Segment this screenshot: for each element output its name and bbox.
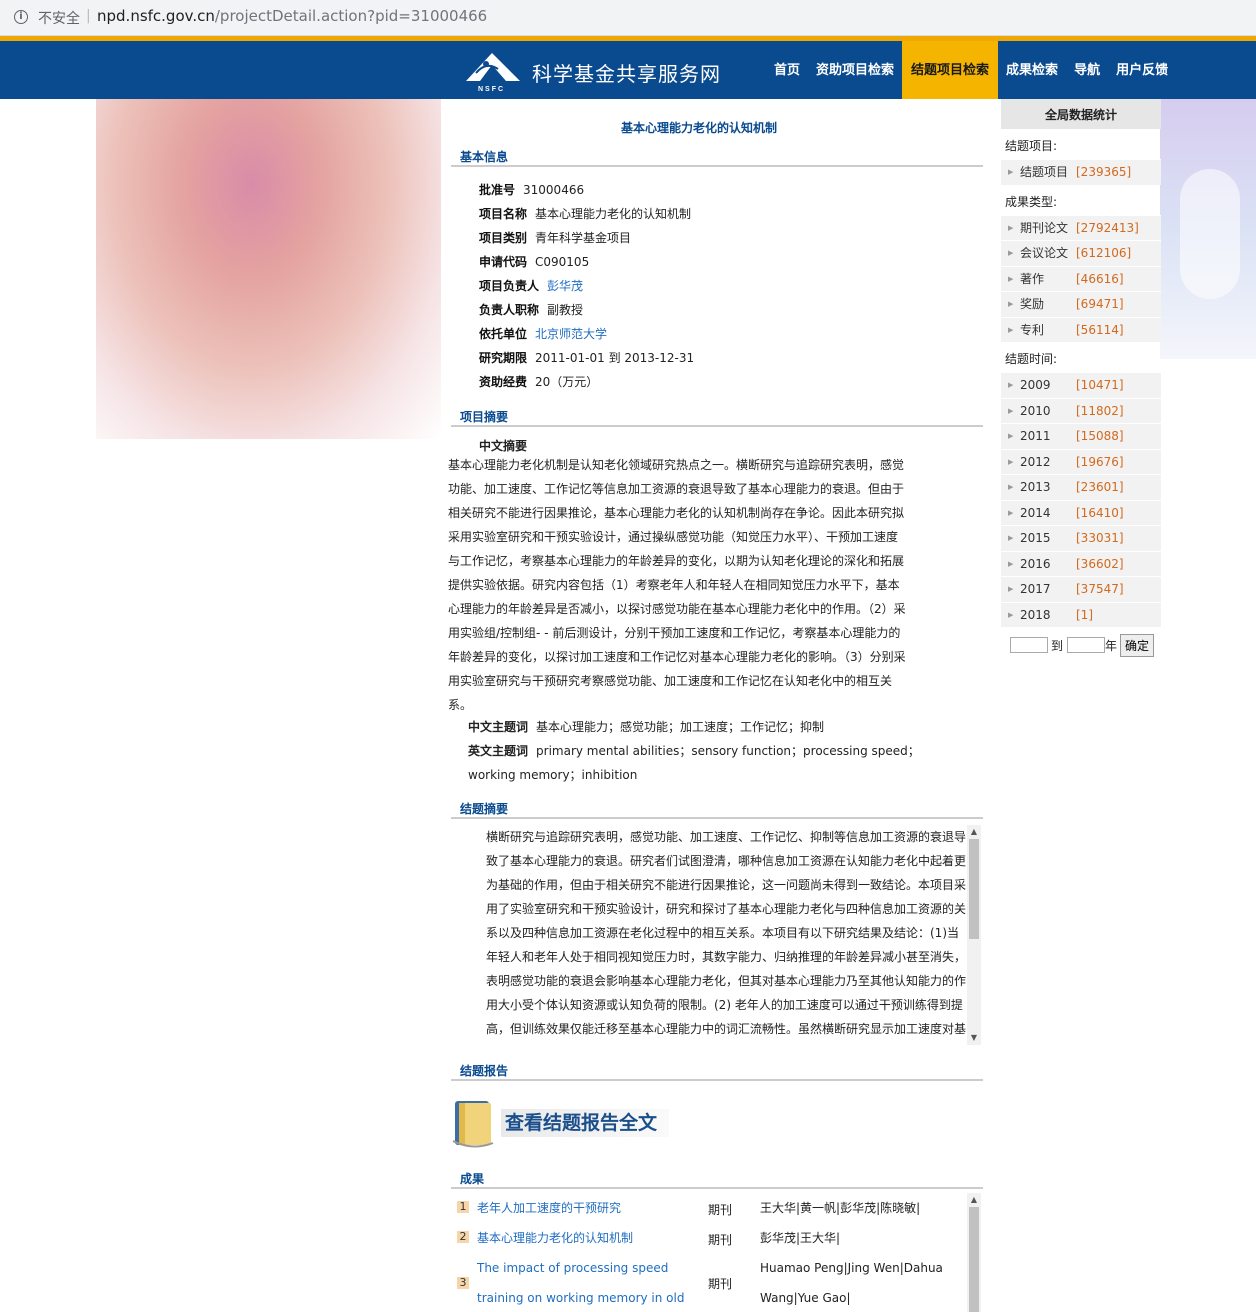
site-title[interactable]: 科学基金共享服务网 [532, 58, 721, 87]
url-text[interactable]: npd.nsfc.gov.cn/projectDetail.action?pid… [97, 7, 487, 25]
group-label-concluded: 结题项目: [1005, 139, 1058, 153]
section-abstract: 项目摘要 [451, 407, 983, 427]
result-title-link[interactable]: 基本心理能力老化的认知机制 [477, 1223, 633, 1253]
year-range-form: 到 年 确定 [1001, 634, 1161, 660]
result-title-link[interactable]: 老年人加工速度的干预研究 [477, 1193, 621, 1223]
conclusion-scrollbar[interactable]: ▲ ▼ [967, 825, 981, 1045]
view-report-button[interactable]: 查看结题报告全文 [445, 1093, 675, 1155]
nav-funded-search[interactable]: 资助项目检索 [808, 41, 902, 99]
to-label: 到 [1051, 639, 1064, 653]
info-icon[interactable]: i [14, 10, 28, 24]
main-nav: 首页 资助项目检索 结题项目检索 成果检索 导航 用户反馈 [766, 41, 1176, 99]
security-label: 不安全 [38, 11, 80, 27]
stat-year-2012[interactable]: ▶ 2012 [19676] [1001, 448, 1161, 474]
nav-guide[interactable]: 导航 [1066, 41, 1108, 99]
keywords-en: 英文主题词 primary mental abilities；sensory fu… [468, 744, 920, 782]
stat-year-2014[interactable]: ▶ 2014 [16410] [1001, 499, 1161, 525]
year-label: 年 [1105, 639, 1118, 653]
stat-patents[interactable]: ▶ 专利 [56114] [1001, 316, 1161, 342]
group-label-result-type: 成果类型: [1005, 194, 1058, 209]
decorative-background-left [96, 99, 441, 439]
stat-conference-papers[interactable]: ▶ 会议论文 [612106] [1001, 240, 1161, 266]
year-to-input[interactable] [1067, 637, 1105, 653]
info-principal: 项目负责人 彭华茂 [479, 279, 584, 293]
address-bar[interactable]: i 不安全 | npd.nsfc.gov.cn/projectDetail.ac… [0, 0, 1256, 36]
institution-link[interactable]: 北京师范大学 [535, 327, 607, 341]
svg-text:NSFC: NSFC [478, 86, 505, 93]
separator: | [86, 8, 91, 24]
scroll-down-icon[interactable]: ▼ [967, 1031, 981, 1045]
info-institution: 依托单位 北京师范大学 [479, 327, 608, 341]
info-application-code: 申请代码 C090105 [479, 255, 590, 269]
project-detail: 基本心理能力老化的认知机制 基本信息 批准号 31000466 项目名称 基本心理能… [441, 99, 993, 1312]
nav-results-search[interactable]: 成果检索 [998, 41, 1066, 99]
section-report: 结题报告 [451, 1061, 983, 1081]
stat-awards[interactable]: ▶ 奖励 [69471] [1001, 291, 1161, 317]
stat-year-2018[interactable]: ▶ 2018 [1] [1001, 601, 1161, 627]
result-row: 3 The impact of processing speed trainin… [451, 1253, 967, 1312]
year-from-input[interactable] [1010, 637, 1048, 653]
nav-home[interactable]: 首页 [766, 41, 808, 99]
project-title: 基本心理能力老化的认知机制 [620, 121, 777, 135]
stat-year-2017[interactable]: ▶ 2017 [37547] [1001, 576, 1161, 602]
stat-journal-papers[interactable]: ▶ 期刊论文 [2792413] [1001, 214, 1161, 240]
keywords-cn: 中文主题词 基本心理能力；感觉功能；加工速度；工作记忆；抑制 [468, 720, 825, 734]
results-list[interactable]: 1 老年人加工速度的干预研究 期刊 王大华|黄一帆|彭华茂|陈晓敏| 2 基本心… [451, 1193, 981, 1312]
conclusion-text: 横断研究与追踪研究表明，感觉功能、加工速度、工作记忆、抑制等信息加工资源的衰退导… [486, 830, 967, 1036]
stat-books[interactable]: ▶ 著作 [46616] [1001, 265, 1161, 291]
group-label-year: 结题时间: [1005, 352, 1058, 366]
result-row: 2 基本心理能力老化的认知机制 期刊 彭华茂|王大华| [451, 1223, 967, 1253]
section-results: 成果 [451, 1169, 983, 1189]
info-period: 研究期限 2011-01-01 到 2013-12-31 [479, 351, 695, 365]
principal-link[interactable]: 彭华茂 [547, 279, 583, 293]
section-conclusion: 结题摘要 [451, 799, 983, 819]
global-stats-sidebar: 全局数据统计 结题项目: ▶ 结题项目 [239365] 成果类型: ▶ 期刊论文 [2… [1001, 99, 1161, 660]
conclusion-box[interactable]: 横断研究与追踪研究表明，感觉功能、加工速度、工作记忆、抑制等信息加工资源的衰退导… [451, 825, 981, 1045]
abstract-cn-label: 中文摘要 [479, 439, 528, 453]
result-row: 1 老年人加工速度的干预研究 期刊 王大华|黄一帆|彭华茂|陈晓敏| [451, 1193, 967, 1223]
sidebar-title: 全局数据统计 [1001, 99, 1161, 129]
scroll-up-icon[interactable]: ▲ [967, 825, 981, 839]
stat-year-2015[interactable]: ▶ 2015 [33031] [1001, 525, 1161, 551]
stat-year-2011[interactable]: ▶ 2011 [15088] [1001, 423, 1161, 449]
stat-year-2010[interactable]: ▶ 2010 [11802] [1001, 397, 1161, 423]
stat-year-2013[interactable]: ▶ 2013 [23601] [1001, 474, 1161, 500]
view-report-label: 查看结题报告全文 [501, 1109, 669, 1137]
site-header: NSFC 科学基金共享服务网 首页 资助项目检索 结题项目检索 成果检索 导航 … [0, 41, 1256, 99]
scroll-thumb[interactable] [969, 1207, 979, 1312]
results-scrollbar[interactable]: ▲ [967, 1193, 981, 1312]
confirm-button[interactable]: 确定 [1120, 634, 1154, 657]
book-icon [452, 1101, 494, 1148]
stat-concluded-projects[interactable]: ▶ 结题项目 [239365] [1001, 159, 1161, 185]
decorative-background-right [1160, 99, 1256, 359]
nav-feedback[interactable]: 用户反馈 [1108, 41, 1176, 99]
info-principal-title: 负责人职称 副教授 [479, 303, 584, 317]
info-project-type: 项目类别 青年科学基金项目 [479, 231, 632, 245]
section-basic-info: 基本信息 [451, 147, 983, 167]
info-funding: 资助经费 20（万元） [479, 375, 599, 389]
info-approval-number: 批准号 31000466 [479, 183, 585, 197]
abstract-cn-text: 基本心理能力老化机制是认知老化领域研究热点之一。横断研究与追踪研究表明，感觉功能… [448, 458, 906, 712]
nsfc-logo-icon[interactable]: NSFC [462, 47, 526, 93]
nav-concluded-search[interactable]: 结题项目检索 [902, 41, 999, 99]
result-title-link[interactable]: The impact of processing speed training … [477, 1253, 717, 1312]
scroll-thumb[interactable] [969, 839, 979, 939]
info-project-name: 项目名称 基本心理能力老化的认知机制 [479, 207, 692, 221]
stat-year-2016[interactable]: ▶ 2016 [36602] [1001, 550, 1161, 576]
scroll-up-icon[interactable]: ▲ [967, 1193, 981, 1207]
stat-year-2009[interactable]: ▶ 2009 [10471] [1001, 372, 1161, 398]
